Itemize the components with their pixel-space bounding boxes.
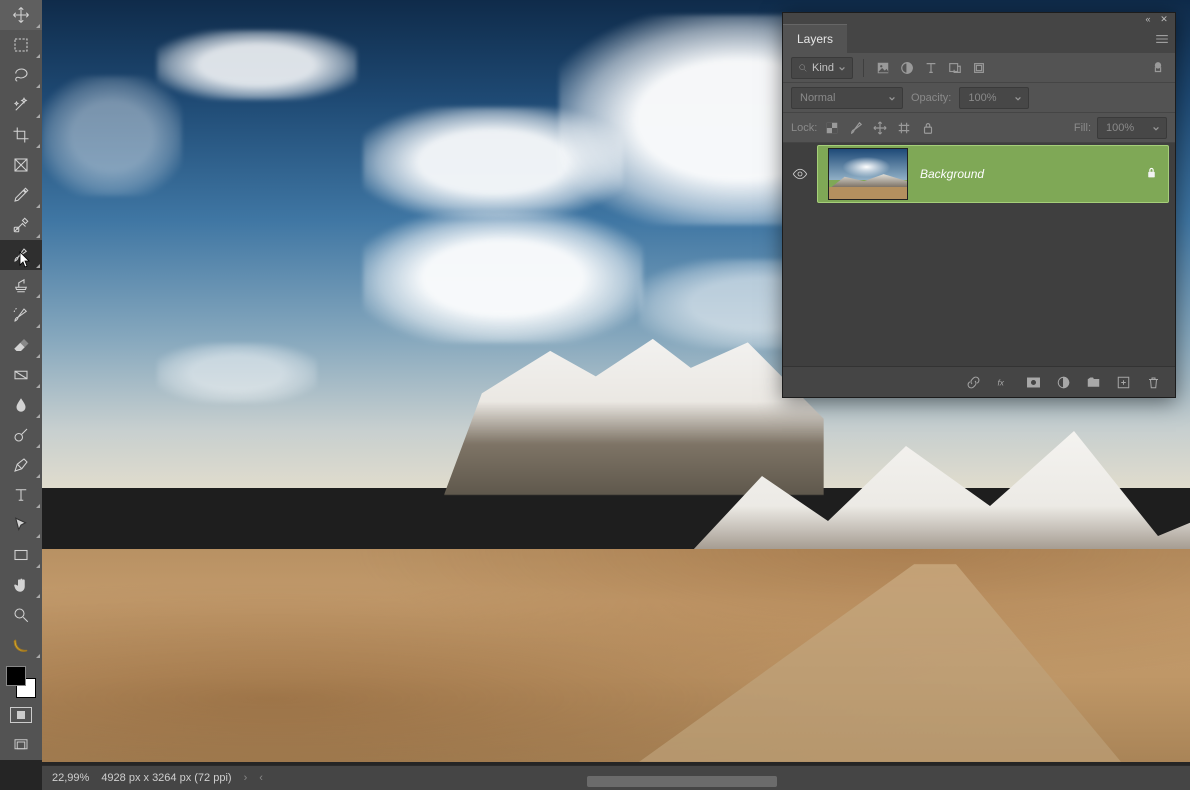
panel-tabbar: Layers	[783, 25, 1175, 53]
lock-image-icon[interactable]	[847, 119, 865, 137]
lasso-tool[interactable]	[0, 60, 42, 90]
healing-brush-tool[interactable]	[0, 210, 42, 240]
frame-tool[interactable]	[0, 150, 42, 180]
opacity-label: Opacity:	[911, 92, 951, 104]
layers-panel: « ✕ Layers Kind Normal	[782, 12, 1176, 398]
blend-opacity-row: Normal Opacity: 100%	[783, 83, 1175, 113]
eyedropper-tool[interactable]	[0, 180, 42, 210]
layer-stack: Background	[783, 143, 1175, 366]
layer-mask-button[interactable]	[1025, 374, 1041, 390]
pen-tool[interactable]	[0, 450, 42, 480]
move-tool[interactable]	[0, 0, 42, 30]
layer-lock-icon[interactable]	[1145, 166, 1158, 182]
link-layers-button[interactable]	[965, 374, 981, 390]
lock-position-icon[interactable]	[871, 119, 889, 137]
layer-group-button[interactable]	[1085, 374, 1101, 390]
tool-strip	[0, 0, 42, 760]
fill-label: Fill:	[1074, 122, 1091, 134]
magic-wand-tool[interactable]	[0, 90, 42, 120]
rectangle-shape-tool[interactable]	[0, 540, 42, 570]
adjustment-layer-button[interactable]	[1055, 374, 1071, 390]
opacity-dropdown[interactable]: 100%	[959, 87, 1029, 109]
new-layer-button[interactable]	[1115, 374, 1131, 390]
marquee-tool[interactable]	[0, 30, 42, 60]
dodge-tool[interactable]	[0, 420, 42, 450]
mouse-cursor	[18, 251, 32, 269]
filter-type-icon[interactable]	[922, 59, 940, 77]
layer-row[interactable]: Background	[783, 143, 1175, 205]
app-root: « ✕ Layers Kind Normal	[0, 0, 1190, 790]
blend-mode-value: Normal	[800, 92, 835, 104]
filter-toggle-switch[interactable]	[1149, 59, 1167, 77]
color-swatches[interactable]	[0, 664, 42, 700]
path-selection-tool[interactable]	[0, 510, 42, 540]
zoom-tool[interactable]	[0, 600, 42, 630]
lock-all-icon[interactable]	[919, 119, 937, 137]
layer-fx-button[interactable]: fx	[995, 374, 1011, 390]
fill-value: 100%	[1106, 122, 1134, 134]
lock-label: Lock:	[791, 122, 817, 134]
blur-tool[interactable]	[0, 390, 42, 420]
tab-layers[interactable]: Layers	[783, 24, 847, 53]
history-brush-tool[interactable]	[0, 300, 42, 330]
filter-shape-icon[interactable]	[946, 59, 964, 77]
panel-menu-button[interactable]	[1149, 25, 1175, 53]
filter-kind-label: Kind	[812, 62, 834, 74]
fill-dropdown[interactable]: 100%	[1097, 117, 1167, 139]
filter-smartobject-icon[interactable]	[970, 59, 988, 77]
layer-name-label[interactable]: Background	[920, 167, 984, 181]
foreground-color-swatch[interactable]	[6, 666, 26, 686]
layer-visibility-toggle[interactable]	[783, 143, 817, 205]
blend-mode-dropdown[interactable]: Normal	[791, 87, 903, 109]
type-tool[interactable]	[0, 480, 42, 510]
filter-adjustment-icon[interactable]	[898, 59, 916, 77]
layers-panel-footer: fx	[783, 366, 1175, 397]
layer-filter-row: Kind	[783, 53, 1175, 83]
horizontal-scrollbar[interactable]	[42, 775, 1178, 788]
layer-filter-kind[interactable]: Kind	[791, 57, 853, 79]
panel-close-button[interactable]: ✕	[1159, 14, 1169, 24]
filter-pixel-icon[interactable]	[874, 59, 892, 77]
horizontal-scroll-thumb[interactable]	[587, 776, 777, 787]
crop-tool[interactable]	[0, 120, 42, 150]
quick-mask-toggle[interactable]	[0, 700, 42, 730]
layer-thumbnail[interactable]	[828, 148, 908, 200]
hand-tool[interactable]	[0, 570, 42, 600]
banana-tool[interactable]	[0, 630, 42, 660]
clone-stamp-tool[interactable]	[0, 270, 42, 300]
opacity-value: 100%	[968, 92, 996, 104]
lock-fill-row: Lock: Fill: 100%	[783, 113, 1175, 143]
gradient-tool[interactable]	[0, 360, 42, 390]
lock-artboard-icon[interactable]	[895, 119, 913, 137]
panel-collapse-button[interactable]: «	[1143, 14, 1153, 24]
delete-layer-button[interactable]	[1145, 374, 1161, 390]
screen-mode-button[interactable]	[0, 730, 42, 760]
lock-transparency-icon[interactable]	[823, 119, 841, 137]
svg-text:fx: fx	[997, 378, 1004, 387]
eraser-tool[interactable]	[0, 330, 42, 360]
